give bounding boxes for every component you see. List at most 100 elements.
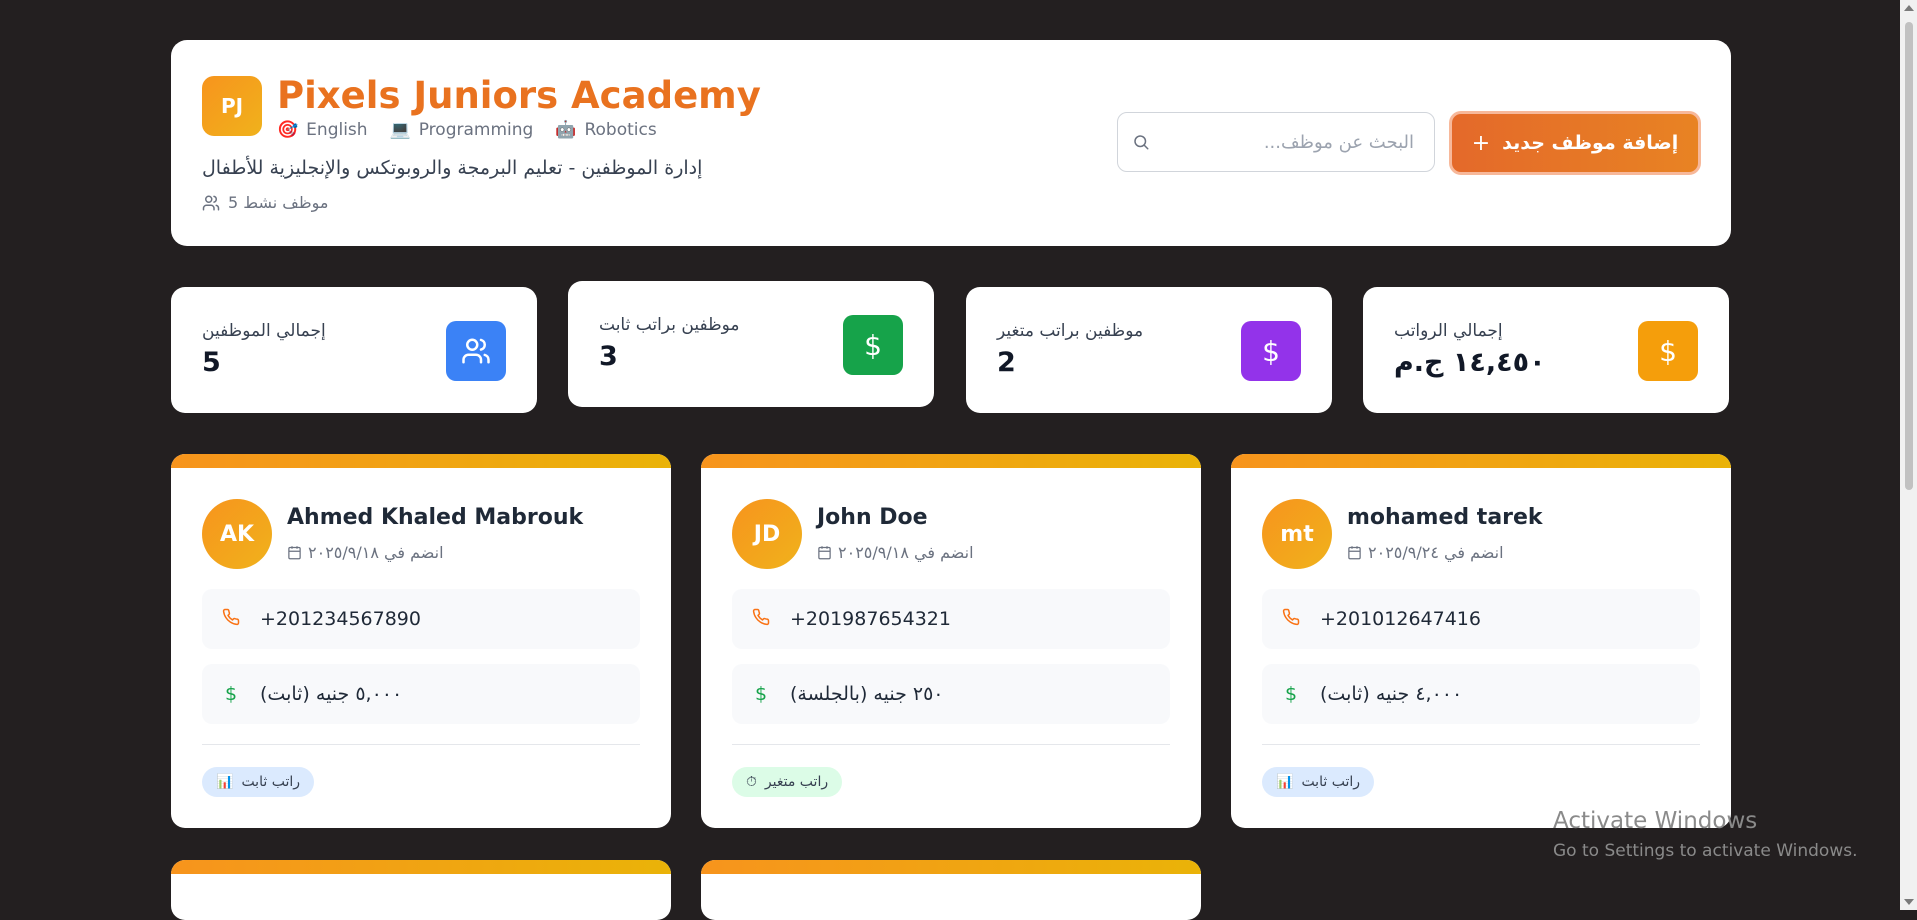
avatar: AK xyxy=(202,499,272,569)
calendar-icon xyxy=(818,546,831,560)
stat-label: إجمالي الرواتب xyxy=(1394,321,1503,341)
add-employee-button[interactable]: إضافة موظف جديد + xyxy=(1449,111,1701,175)
phone-row: +201234567890 xyxy=(202,589,640,649)
badge-label: راتب متغير xyxy=(764,774,829,790)
salary-amount: ٤,٠٠٠ جنيه (ثابت) xyxy=(1320,683,1463,705)
search-icon xyxy=(1134,135,1149,150)
stat-label: إجمالي الموظفين xyxy=(202,321,326,341)
avatar: mt xyxy=(1262,499,1332,569)
divider xyxy=(202,744,640,745)
users-icon xyxy=(446,321,506,381)
divider xyxy=(1262,744,1700,745)
employee-name: mohamed tarek xyxy=(1347,505,1543,530)
activation-watermark-title: Activate Windows xyxy=(1553,808,1758,834)
stat-total-employees: إجمالي الموظفين 5 xyxy=(171,287,537,413)
badge-label: راتب ثابت xyxy=(1301,774,1360,790)
tag-label: Robotics xyxy=(584,120,657,140)
dollar-icon: $ xyxy=(224,683,238,705)
salary-type-badge: ⏱ راتب متغير xyxy=(732,767,843,797)
stat-value: 5 xyxy=(202,347,221,378)
join-date: انضم في ٢٠٢٥/٩/١٨ xyxy=(287,543,444,562)
phone-icon xyxy=(1280,608,1302,631)
add-employee-label: إضافة موظف جديد xyxy=(1502,132,1679,154)
phone-row: +201012647416 xyxy=(1262,589,1700,649)
join-date-text: انضم في ٢٠٢٥/٩/٢٤ xyxy=(1368,543,1504,562)
active-employees-count: موظف نشط 5 xyxy=(202,193,328,212)
employee-name: John Doe xyxy=(817,505,928,530)
stat-label: موظفين براتب ثابت xyxy=(599,315,740,335)
stat-variable-salary: موظفين براتب متغير 2 $ xyxy=(966,287,1332,413)
card-accent-bar xyxy=(171,860,671,874)
stat-value: 2 xyxy=(997,347,1016,378)
salary-row: $ ٤,٠٠٠ جنيه (ثابت) xyxy=(1262,664,1700,724)
avatar: JD xyxy=(732,499,802,569)
laptop-icon: 💻 xyxy=(389,120,411,140)
phone-number: +201234567890 xyxy=(260,608,421,630)
tag-label: English xyxy=(306,120,368,140)
page-title: Pixels Juniors Academy xyxy=(277,74,761,117)
chart-icon: 📊 xyxy=(1276,774,1294,790)
join-date: انضم في ٢٠٢٥/٩/١٨ xyxy=(817,543,974,562)
card-accent-bar xyxy=(701,454,1201,468)
employee-name: Ahmed Khaled Mabrouk xyxy=(287,505,584,530)
scroll-down-icon[interactable] xyxy=(1904,899,1914,905)
salary-amount: ٢٥٠ جنيه (بالجلسة) xyxy=(790,683,944,705)
dollar-icon: $ xyxy=(1638,321,1698,381)
stat-label: موظفين براتب متغير xyxy=(997,321,1144,341)
scrollbar-thumb[interactable] xyxy=(1905,22,1913,490)
employee-card[interactable]: mt mohamed tarek انضم في ٢٠٢٥/٩/٢٤ +2010… xyxy=(1231,454,1731,828)
header-card: PJ Pixels Juniors Academy 🎯 English 💻 Pr… xyxy=(171,40,1731,246)
page-subtitle: إدارة الموظفين - تعليم البرمجة والروبوتك… xyxy=(202,157,703,179)
phone-number: +201987654321 xyxy=(790,608,951,630)
activation-watermark-subtitle: Go to Settings to activate Windows. xyxy=(1553,841,1858,861)
calendar-icon xyxy=(1348,546,1361,560)
tag-robotics: 🤖 Robotics xyxy=(555,120,656,140)
phone-icon xyxy=(750,608,772,631)
salary-row: $ ٥,٠٠٠ جنيه (ثابت) xyxy=(202,664,640,724)
users-icon xyxy=(202,195,220,210)
salary-row: $ ٢٥٠ جنيه (بالجلسة) xyxy=(732,664,1170,724)
employee-card[interactable] xyxy=(171,860,671,920)
page-scrollbar[interactable] xyxy=(1900,0,1917,910)
stopwatch-icon: ⏱ xyxy=(746,774,757,790)
calendar-icon xyxy=(288,546,301,560)
phone-row: +201987654321 xyxy=(732,589,1170,649)
employee-card[interactable] xyxy=(701,860,1201,920)
search-box[interactable] xyxy=(1117,112,1435,172)
badge-label: راتب ثابت xyxy=(241,774,300,790)
stat-total-salaries: إجمالي الرواتب ١٤,٤٥٠ ج.م $ xyxy=(1363,287,1729,413)
phone-icon xyxy=(220,608,242,631)
card-accent-bar xyxy=(171,454,671,468)
card-accent-bar xyxy=(1231,454,1731,468)
card-accent-bar xyxy=(701,860,1201,874)
employee-card[interactable]: AK Ahmed Khaled Mabrouk انضم في ٢٠٢٥/٩/١… xyxy=(171,454,671,828)
salary-type-badge: 📊 راتب ثابت xyxy=(1262,767,1374,797)
search-input[interactable] xyxy=(1150,130,1420,154)
employee-card[interactable]: JD John Doe انضم في ٢٠٢٥/٩/١٨ +201987654… xyxy=(701,454,1201,828)
active-count-label: موظف نشط 5 xyxy=(228,193,329,212)
plus-icon: + xyxy=(1471,130,1491,156)
stat-value: 3 xyxy=(599,341,618,372)
dollar-icon: $ xyxy=(1284,683,1298,705)
join-date-text: انضم في ٢٠٢٥/٩/١٨ xyxy=(308,543,444,562)
target-icon: 🎯 xyxy=(277,120,299,140)
chart-icon: 📊 xyxy=(216,774,234,790)
subject-tags: 🎯 English 💻 Programming 🤖 Robotics xyxy=(277,120,657,140)
salary-amount: ٥,٠٠٠ جنيه (ثابت) xyxy=(260,683,403,705)
stat-fixed-salary: موظفين براتب ثابت 3 $ xyxy=(568,281,934,407)
tag-label: Programming xyxy=(418,120,534,140)
dollar-icon: $ xyxy=(754,683,768,705)
join-date: انضم في ٢٠٢٥/٩/٢٤ xyxy=(1347,543,1504,562)
robot-icon: 🤖 xyxy=(555,120,577,140)
stat-value: ١٤,٤٥٠ ج.م xyxy=(1394,347,1546,378)
dollar-icon: $ xyxy=(1241,321,1301,381)
join-date-text: انضم في ٢٠٢٥/٩/١٨ xyxy=(838,543,974,562)
academy-logo: PJ xyxy=(202,76,262,136)
scroll-up-icon[interactable] xyxy=(1904,5,1914,11)
divider xyxy=(732,744,1170,745)
tag-english: 🎯 English xyxy=(277,120,368,140)
tag-programming: 💻 Programming xyxy=(390,120,534,140)
salary-type-badge: 📊 راتب ثابت xyxy=(202,767,314,797)
dollar-icon: $ xyxy=(843,315,903,375)
phone-number: +201012647416 xyxy=(1320,608,1481,630)
